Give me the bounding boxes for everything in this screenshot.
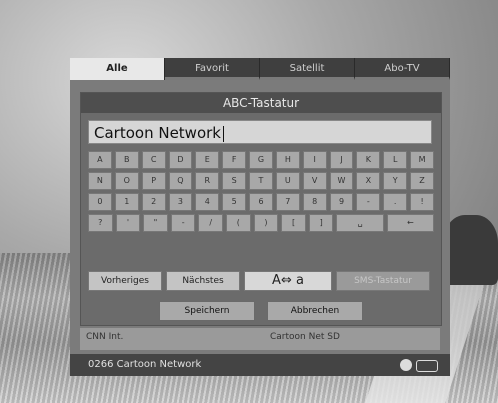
- key[interactable]: C: [141, 151, 166, 169]
- key[interactable]: !: [410, 193, 434, 211]
- key[interactable]: 3: [168, 193, 193, 211]
- key[interactable]: H: [275, 151, 300, 169]
- next-button[interactable]: Nächstes: [166, 271, 240, 291]
- key[interactable]: E: [195, 151, 220, 169]
- key[interactable]: 2: [141, 193, 166, 211]
- space-key[interactable]: ␣: [336, 214, 384, 232]
- key[interactable]: X: [356, 172, 381, 190]
- input-text: Cartoon Network: [94, 124, 221, 142]
- keyboard-row-4: ? ' " - / ( ) [ ] ␣ ←: [88, 214, 434, 232]
- tab-alle[interactable]: Alle: [70, 58, 165, 80]
- key[interactable]: /: [198, 214, 224, 232]
- channel-left: CNN Int.: [86, 332, 124, 342]
- cancel-button[interactable]: Abbrechen: [267, 301, 363, 321]
- keyboard-grid: A B C D E F G H I J K L M N O P Q R S T …: [88, 151, 434, 235]
- key[interactable]: 4: [195, 193, 220, 211]
- key[interactable]: R: [195, 172, 220, 190]
- dialog-buttons: Speichern Abbrechen: [81, 301, 441, 321]
- key[interactable]: F: [222, 151, 247, 169]
- channel-right: Cartoon Net SD: [270, 332, 340, 342]
- key[interactable]: U: [275, 172, 300, 190]
- key[interactable]: J: [329, 151, 354, 169]
- key[interactable]: ]: [308, 214, 334, 232]
- key[interactable]: G: [249, 151, 273, 169]
- key[interactable]: -: [356, 193, 381, 211]
- key[interactable]: V: [302, 172, 327, 190]
- key[interactable]: Y: [383, 172, 408, 190]
- key[interactable]: -: [170, 214, 196, 232]
- key[interactable]: 0: [88, 193, 112, 211]
- keyboard-row-1: A B C D E F G H I J K L M: [88, 151, 434, 169]
- tab-bar: Alle Favorit Satellit Abo-TV: [70, 58, 450, 80]
- key[interactable]: 8: [302, 193, 327, 211]
- channel-list-window: Alle Favorit Satellit Abo-TV ABC-Tastatu…: [70, 58, 450, 376]
- key[interactable]: ): [253, 214, 279, 232]
- case-toggle-button[interactable]: A⇔ a: [244, 271, 332, 291]
- function-row: Vorheriges Nächstes A⇔ a SMS-Tastatur: [88, 271, 434, 291]
- key[interactable]: 5: [222, 193, 247, 211]
- key[interactable]: .: [383, 193, 408, 211]
- previous-button[interactable]: Vorheriges: [88, 271, 162, 291]
- tab-favorit[interactable]: Favorit: [165, 58, 260, 80]
- key[interactable]: (: [226, 214, 251, 232]
- key[interactable]: T: [249, 172, 273, 190]
- key[interactable]: W: [329, 172, 354, 190]
- key[interactable]: D: [168, 151, 193, 169]
- key[interactable]: B: [114, 151, 139, 169]
- key[interactable]: L: [383, 151, 408, 169]
- save-button[interactable]: Speichern: [159, 301, 255, 321]
- key[interactable]: 1: [114, 193, 139, 211]
- key[interactable]: 6: [249, 193, 273, 211]
- key[interactable]: P: [141, 172, 166, 190]
- remote-icon: [416, 360, 438, 372]
- key[interactable]: I: [302, 151, 327, 169]
- status-bar: 0266 Cartoon Network: [70, 354, 450, 376]
- key[interactable]: O: [114, 172, 139, 190]
- key[interactable]: N: [88, 172, 112, 190]
- key[interactable]: [: [281, 214, 306, 232]
- key[interactable]: ": [143, 214, 168, 232]
- text-cursor: [222, 125, 224, 142]
- channel-list-row: CNN Int. Cartoon Net SD: [80, 328, 440, 350]
- key[interactable]: Z: [410, 172, 434, 190]
- backspace-key[interactable]: ←: [386, 214, 434, 232]
- sms-keyboard-button[interactable]: SMS-Tastatur: [336, 271, 430, 291]
- key[interactable]: K: [356, 151, 381, 169]
- tab-abo-tv[interactable]: Abo-TV: [355, 58, 450, 80]
- key[interactable]: ': [115, 214, 141, 232]
- tab-satellit[interactable]: Satellit: [260, 58, 355, 80]
- keyboard-row-3: 0 1 2 3 4 5 6 7 8 9 - . !: [88, 193, 434, 211]
- key[interactable]: A: [88, 151, 112, 169]
- abc-keyboard-dialog: ABC-Tastatur Cartoon Network A B C D E F…: [80, 92, 442, 326]
- window-body: ABC-Tastatur Cartoon Network A B C D E F…: [70, 80, 450, 354]
- key[interactable]: ?: [88, 214, 113, 232]
- key[interactable]: Q: [168, 172, 193, 190]
- current-channel: 0266 Cartoon Network: [88, 359, 202, 370]
- key[interactable]: S: [222, 172, 247, 190]
- key[interactable]: 9: [329, 193, 354, 211]
- key[interactable]: M: [410, 151, 434, 169]
- dialog-title: ABC-Tastatur: [81, 93, 441, 113]
- info-icon: [400, 359, 412, 371]
- text-input[interactable]: Cartoon Network: [88, 120, 432, 144]
- tree-image: [443, 215, 498, 285]
- key[interactable]: 7: [275, 193, 300, 211]
- keyboard-row-2: N O P Q R S T U V W X Y Z: [88, 172, 434, 190]
